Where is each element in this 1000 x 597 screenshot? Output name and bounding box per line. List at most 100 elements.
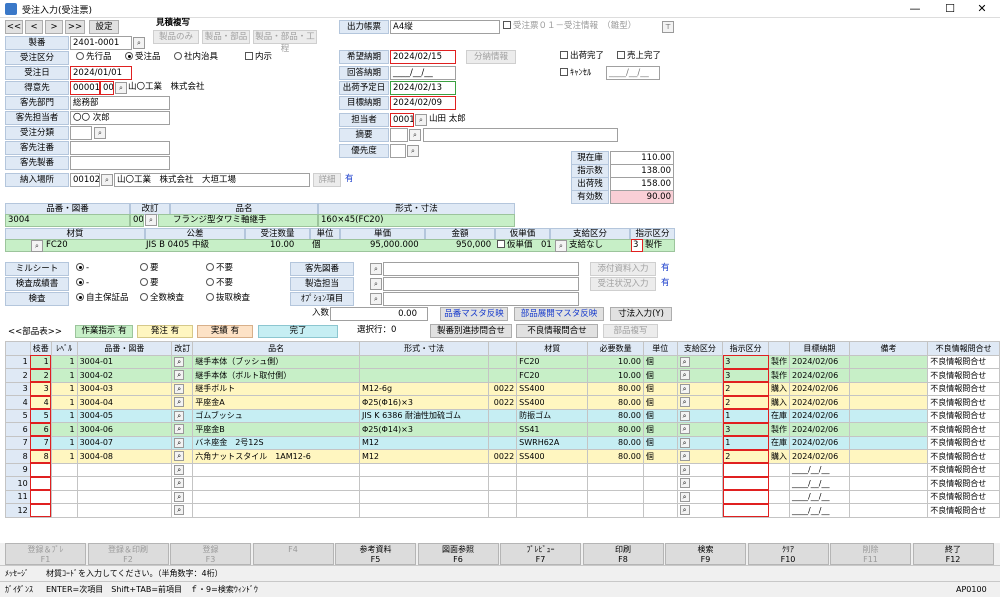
tanto-field[interactable]: 〇〇 次郎	[70, 111, 170, 125]
cell-code[interactable]: 0022	[488, 395, 518, 410]
cell-q[interactable]: 不良情報問合せ	[927, 422, 1000, 437]
cell-date[interactable]: 2024/02/06	[789, 381, 850, 396]
cell-icon[interactable]: ⌕	[171, 449, 194, 464]
cell-lv[interactable]: 1	[50, 408, 78, 423]
cell-code[interactable]	[488, 408, 518, 423]
cell-name[interactable]	[192, 476, 360, 491]
cell-zai[interactable]	[516, 462, 589, 477]
cell-kei[interactable]	[358, 503, 490, 518]
cell-icon[interactable]: ⌕	[676, 449, 724, 464]
fkey-f7-button[interactable]: ﾌﾟﾚﾋﾞｭｰ F7	[500, 543, 581, 565]
cell-unit[interactable]: 個	[642, 368, 678, 383]
cell-icon[interactable]: ⌕	[676, 435, 724, 450]
maximize-button[interactable]: ☐	[935, 0, 965, 18]
buhin-copy-button[interactable]: 部品複写	[603, 324, 658, 338]
cell-n[interactable]: 6	[5, 422, 31, 437]
lookup-icon[interactable]: ⌕	[679, 505, 690, 516]
lookup-icon[interactable]: ⌕	[679, 451, 690, 462]
cell-q[interactable]: 不良情報問合せ	[927, 476, 1000, 491]
cell-icon[interactable]: ⌕	[171, 489, 194, 504]
kensasho-opt0[interactable]: -	[76, 277, 89, 289]
lookup-icon[interactable]: ⌕	[679, 370, 690, 381]
kaitei-field[interactable]: 00	[130, 214, 144, 227]
cell-icon[interactable]	[848, 381, 929, 396]
fkey-f2-button[interactable]: 登録＆印刷 F2	[87, 543, 169, 565]
cell-zai[interactable]: SS400	[516, 449, 589, 464]
nonyu-code-field[interactable]: 00102	[70, 173, 100, 187]
shutsuryoku-option[interactable]: 受注票０１－受注情報 （雛型）	[503, 20, 636, 32]
first-button[interactable]: <<	[5, 20, 23, 34]
cell-qty[interactable]: 80.00	[587, 408, 644, 423]
millsheet-opt0[interactable]: -	[76, 262, 89, 274]
cell-icon[interactable]	[848, 408, 929, 423]
cell-sj[interactable]: 製作	[768, 368, 791, 383]
tanka-field[interactable]: 95,000.000	[370, 239, 419, 251]
cell-zai[interactable]	[516, 476, 589, 491]
cell-qty[interactable]: 80.00	[587, 435, 644, 450]
fkey-f5-button[interactable]: 参考資料 F5	[335, 543, 416, 565]
cell-icon[interactable]: ⌕	[171, 395, 194, 410]
lookup-icon[interactable]: ⌕	[679, 437, 690, 448]
cell-sk[interactable]: 2	[722, 381, 770, 396]
cell-n[interactable]: 3	[5, 381, 31, 396]
cell-sj[interactable]	[768, 489, 791, 504]
kaitei-lookup-icon[interactable]: ⌕	[145, 214, 157, 226]
cell-icon[interactable]: ⌕	[676, 462, 724, 477]
cell-qty[interactable]	[587, 489, 644, 504]
tantosha-lookup-icon[interactable]: ⌕	[415, 114, 427, 126]
cell-hin[interactable]: 3004-05	[76, 408, 173, 423]
seiban-lookup-icon[interactable]: ⌕	[133, 37, 145, 49]
cell-icon[interactable]: ⌕	[676, 354, 724, 369]
cell-lv[interactable]: 1	[50, 449, 78, 464]
cell-eda[interactable]	[29, 489, 52, 504]
cell-kei[interactable]: JIS K 6386 耐油性加硫ゴム	[358, 408, 490, 423]
cell-name[interactable]: ゴムブッシュ	[192, 408, 360, 423]
cell-name[interactable]: 継手本体（ボルト取付側）	[192, 368, 360, 383]
cell-date[interactable]: 2024/02/06	[789, 368, 850, 383]
cell-zai[interactable]: SS41	[516, 422, 589, 437]
cell-icon[interactable]	[848, 476, 929, 491]
cell-icon[interactable]: ⌕	[171, 354, 194, 369]
cell-sk[interactable]: 3	[722, 354, 770, 369]
cell-sj[interactable]: 購入	[768, 381, 791, 396]
cell-sj[interactable]	[768, 462, 791, 477]
cell-q[interactable]: 不良情報問合せ	[927, 489, 1000, 504]
cell-sj[interactable]	[768, 476, 791, 491]
cell-date[interactable]: 2024/02/06	[789, 435, 850, 450]
hinmoku-button[interactable]: 品番マスタ反映	[440, 307, 508, 321]
kensasho-opt2[interactable]: 不要	[206, 277, 233, 289]
table-row[interactable]: 7 7 1 3004-07 ⌕ バネ座金 2号12S M12 SWRH62A 80.00 個 ⌕ 1 在…	[5, 435, 1000, 450]
cell-n[interactable]: 12	[5, 503, 31, 518]
shukka-kanryo-checkbox[interactable]: 出荷完了	[560, 50, 604, 62]
cell-n[interactable]: 8	[5, 449, 31, 464]
cell-icon[interactable]	[848, 503, 929, 518]
copy-process-button[interactable]: 製品・部品・工程	[253, 30, 317, 54]
cell-eda[interactable]: 7	[29, 435, 52, 450]
kubun-jutyu[interactable]: 受注品	[125, 51, 161, 63]
fkey-f3-button[interactable]: 登録 F3	[170, 543, 251, 565]
cell-sj[interactable]: 購入	[768, 395, 791, 410]
cell-icon[interactable]: ⌕	[171, 476, 194, 491]
cell-code[interactable]: 0022	[488, 449, 518, 464]
cell-lv[interactable]	[50, 476, 78, 491]
cell-lv[interactable]: 1	[50, 368, 78, 383]
nonyu-lookup-icon[interactable]: ⌕	[101, 174, 113, 186]
kensa-opt1[interactable]: 全数検査	[140, 292, 184, 304]
cell-eda[interactable]: 4	[29, 395, 52, 410]
cell-hin[interactable]: 3004-02	[76, 368, 173, 383]
cell-sj[interactable]: 製作	[768, 354, 791, 369]
zairyo-lookup-icon[interactable]: ⌕	[31, 240, 43, 252]
cell-q[interactable]: 不良情報問合せ	[927, 368, 1000, 383]
cell-sj[interactable]	[768, 503, 791, 518]
cell-name[interactable]: 平座金B	[192, 422, 360, 437]
cell-code[interactable]: 0022	[488, 381, 518, 396]
minimize-button[interactable]: —	[900, 0, 930, 18]
cell-sk[interactable]: 1	[722, 408, 770, 423]
tekiyo-text-field[interactable]	[423, 128, 618, 142]
fkey-f6-button[interactable]: 図面参照 F6	[417, 543, 499, 565]
cell-date[interactable]: ____/__/__	[789, 476, 850, 491]
cell-kei[interactable]	[358, 354, 490, 369]
shikyu-field[interactable]: 支給なし	[569, 239, 603, 251]
cell-kei[interactable]: Φ25(Φ16)×3	[358, 395, 490, 410]
cell-sj[interactable]: 在庫	[768, 408, 791, 423]
